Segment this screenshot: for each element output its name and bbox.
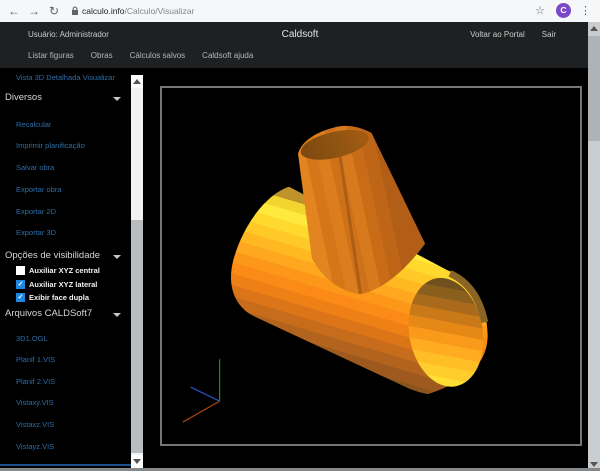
logout-link[interactable]: Sair [542,30,556,39]
browser-menu-icon[interactable]: ⋮ [580,4,591,17]
check-icon: ✓ [16,280,25,289]
checkbox-box[interactable]: ✓ [16,280,25,289]
axis-z-blue [191,387,220,401]
section-diversos[interactable]: Diversos [5,92,42,103]
back-icon[interactable]: ← [8,3,20,19]
viewport-canvas[interactable] [162,88,580,444]
sidebar-file-vistaxz[interactable]: Vistaxz.VIS [16,420,54,429]
bookmark-star-icon[interactable]: ☆ [535,4,545,17]
sidebar-item-vista-3d[interactable]: Vista 3D Detalhada Visualizar [16,73,115,82]
sidebar-file-vistaxy[interactable]: Vistaxy.VIS [16,398,54,407]
sidebar-file-vistayz[interactable]: Vistayz.VIS [16,442,54,451]
scrollbar-thumb[interactable] [131,220,143,453]
site-header: Usuário: Administrador Caldsoft Voltar a… [0,22,600,68]
nav-listar-figuras[interactable]: Listar figuras [28,51,74,60]
section-arquivos-caldsoft7[interactable]: Arquivos CALDSoft7 [5,308,92,319]
nav-calculos-salvos[interactable]: Cálculos salvos [130,51,186,60]
checkbox-xyz-central[interactable]: ✓ Auxiliar XYZ central [16,266,100,275]
checkbox-face-dupla[interactable]: ✓ Exibir face dupla [16,293,89,302]
sidebar-item-exportar-3d[interactable]: Exportar 3D [16,228,56,237]
section-opcoes-visibilidade[interactable]: Opções de visibilidade [5,250,100,261]
checkbox-box[interactable]: ✓ [16,266,25,275]
sidebar: Vista 3D Detalhada Visualizar Diversos R… [0,68,131,465]
sidebar-file-3d1-ogl[interactable]: 3D1.OGL [16,334,48,343]
sidebar-item-recalcular[interactable]: Recalcular [16,120,51,129]
viewport-frame [160,86,582,446]
page-scrollbar[interactable] [588,22,600,471]
padlock-icon [71,6,79,16]
sidebar-item-exportar-2d[interactable]: Exportar 2D [16,207,56,216]
checkbox-label: Auxiliar XYZ lateral [29,280,97,289]
reload-icon[interactable]: ↻ [49,3,59,19]
check-icon: ✓ [16,293,25,302]
checkbox-box[interactable]: ✓ [16,293,25,302]
sidebar-scrollbar[interactable] [131,75,143,468]
checkbox-xyz-lateral[interactable]: ✓ Auxiliar XYZ lateral [16,280,97,289]
checkbox-label: Auxiliar XYZ central [29,266,100,275]
profile-avatar[interactable]: C [556,3,571,18]
sidebar-item-salvar-obra[interactable]: Salvar obra [16,163,54,172]
scroll-up-button[interactable] [131,75,143,88]
axis-helper [183,359,220,422]
url-bar[interactable]: calculo.info/Calculo/Visualizar [82,6,194,16]
sidebar-file-planif2[interactable]: Planif 2.VIS [16,377,55,386]
sidebar-item-imprimir[interactable]: Imprimir planificação [16,141,85,150]
scrollbar-thumb[interactable] [588,36,600,141]
browser-toolbar: ← → ↻ calculo.info/Calculo/Visualizar ☆ … [0,0,600,23]
forward-icon[interactable]: → [28,3,40,19]
url-path: /Calculo/Visualizar [125,6,195,16]
sidebar-divider [0,464,131,466]
scroll-down-button[interactable] [131,455,143,468]
main-nav: Listar figuras Obras Cálculos salvos Cal… [28,51,253,60]
checkbox-label: Exibir face dupla [29,293,89,302]
axis-x-red [183,401,220,422]
viewer-area [143,68,588,468]
application-window: ← → ↻ calculo.info/Calculo/Visualizar ☆ … [0,0,600,471]
chevron-down-icon [113,313,121,317]
chevron-down-icon [113,97,121,101]
url-domain: calculo.info [82,6,125,16]
nav-caldsoft-ajuda[interactable]: Caldsoft ajuda [202,51,253,60]
chevron-down-icon [113,255,121,259]
nav-obras[interactable]: Obras [91,51,113,60]
sidebar-file-planif1[interactable]: Planif 1.VIS [16,355,55,364]
portal-link[interactable]: Voltar ao Portal [470,30,525,39]
scroll-up-button[interactable] [588,22,600,35]
sidebar-item-exportar-obra[interactable]: Exportar obra [16,185,61,194]
